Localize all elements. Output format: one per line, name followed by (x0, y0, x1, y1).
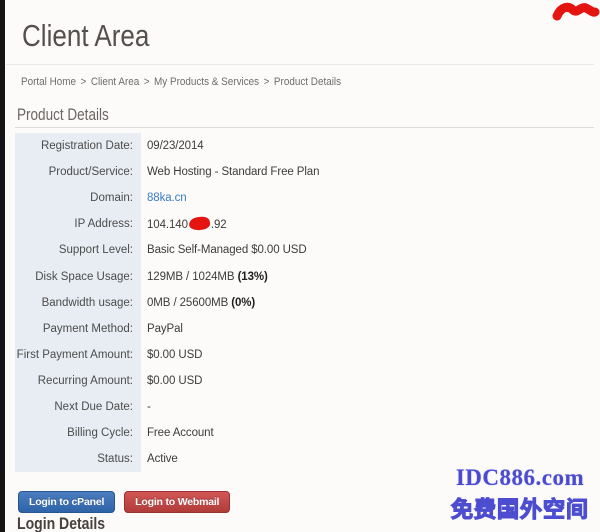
detail-value: Active (141, 453, 178, 465)
client-area-page: Client Area Portal Home > Client Area > My P… (0, 0, 600, 532)
detail-label: First Payment Amount: (15, 342, 141, 368)
detail-row: IP Address:104.140.92 (15, 211, 585, 237)
action-buttons: Login to cPanel Login to Webmail (18, 491, 230, 513)
detail-value: 88ka.cn (141, 192, 187, 204)
breadcrumb-separator: > (264, 76, 270, 88)
detail-row: Disk Space Usage:129MB / 1024MB (13%) (15, 263, 585, 289)
detail-value: $0.00 USD (141, 349, 202, 361)
detail-value: 104.140.92 (141, 217, 227, 231)
detail-row: Domain: 88ka.cn (15, 185, 585, 211)
detail-value: 0MB / 25600MB (0%) (141, 297, 255, 309)
login-webmail-button[interactable]: Login to Webmail (124, 491, 230, 513)
left-edge-bar (0, 0, 5, 532)
detail-row: Next Due Date:- (15, 394, 585, 420)
redaction-scribble-top-right (552, 2, 600, 26)
section-title-login-details: Login Details (17, 515, 105, 532)
detail-value: - (141, 401, 151, 413)
header-divider (6, 64, 594, 65)
detail-value: $0.00 USD (141, 375, 202, 387)
detail-row: Registration Date:09/23/2014 (15, 133, 585, 159)
page-title: Client Area (22, 18, 149, 54)
domain-link[interactable]: 88ka.cn (147, 192, 187, 204)
watermark-caption: 免费国外空间 (450, 492, 590, 524)
detail-row: Billing Cycle:Free Account (15, 420, 585, 446)
breadcrumb-item[interactable]: Product Details (274, 76, 341, 88)
detail-label: IP Address: (15, 211, 141, 237)
detail-value: 129MB / 1024MB (13%) (141, 271, 268, 283)
detail-label: Payment Method: (15, 316, 141, 342)
detail-row: First Payment Amount:$0.00 USD (15, 342, 585, 368)
detail-label: Registration Date: (15, 133, 141, 159)
ip-redaction-scribble (188, 216, 210, 231)
watermark: IDC886.com 免费国外空间 (450, 465, 590, 524)
detail-value-bold: (13%) (238, 271, 268, 283)
detail-row: Payment Method:PayPal (15, 316, 585, 342)
detail-value-bold: (0%) (231, 297, 255, 309)
breadcrumb-item[interactable]: My Products & Services (154, 76, 259, 88)
section-title-product-details: Product Details (17, 106, 109, 125)
breadcrumb-item[interactable]: Portal Home (21, 76, 76, 88)
detail-row: Bandwidth usage:0MB / 25600MB (0%) (15, 290, 585, 316)
detail-row: Product/Service:Web Hosting - Standard F… (15, 159, 585, 185)
breadcrumb-separator: > (81, 76, 87, 88)
detail-label: Domain: (15, 185, 141, 211)
detail-value: 09/23/2014 (141, 140, 204, 152)
detail-label: Next Due Date: (15, 394, 141, 420)
breadcrumb: Portal Home > Client Area > My Products & Se… (21, 76, 341, 88)
product-details-table: Registration Date:09/23/2014Product/Serv… (15, 133, 585, 472)
detail-row: Recurring Amount:$0.00 USD (15, 368, 585, 394)
detail-label: Disk Space Usage: (15, 263, 141, 289)
detail-label: Support Level: (15, 237, 141, 263)
detail-label: Recurring Amount: (15, 368, 141, 394)
detail-label: Bandwidth usage: (15, 290, 141, 316)
login-cpanel-button[interactable]: Login to cPanel (18, 491, 115, 513)
detail-row: Support Level:Basic Self-Managed $0.00 U… (15, 237, 585, 263)
detail-value: Basic Self-Managed $0.00 USD (141, 244, 307, 256)
detail-label: Status: (15, 446, 141, 472)
detail-row: Status:Active (15, 446, 585, 472)
breadcrumb-separator: > (144, 76, 150, 88)
breadcrumb-item[interactable]: Client Area (91, 76, 139, 88)
detail-label: Product/Service: (15, 159, 141, 185)
detail-value: Free Account (141, 427, 214, 439)
section-divider (15, 127, 594, 128)
detail-value: Web Hosting - Standard Free Plan (141, 166, 319, 178)
detail-value: PayPal (141, 323, 183, 335)
detail-label: Billing Cycle: (15, 420, 141, 446)
